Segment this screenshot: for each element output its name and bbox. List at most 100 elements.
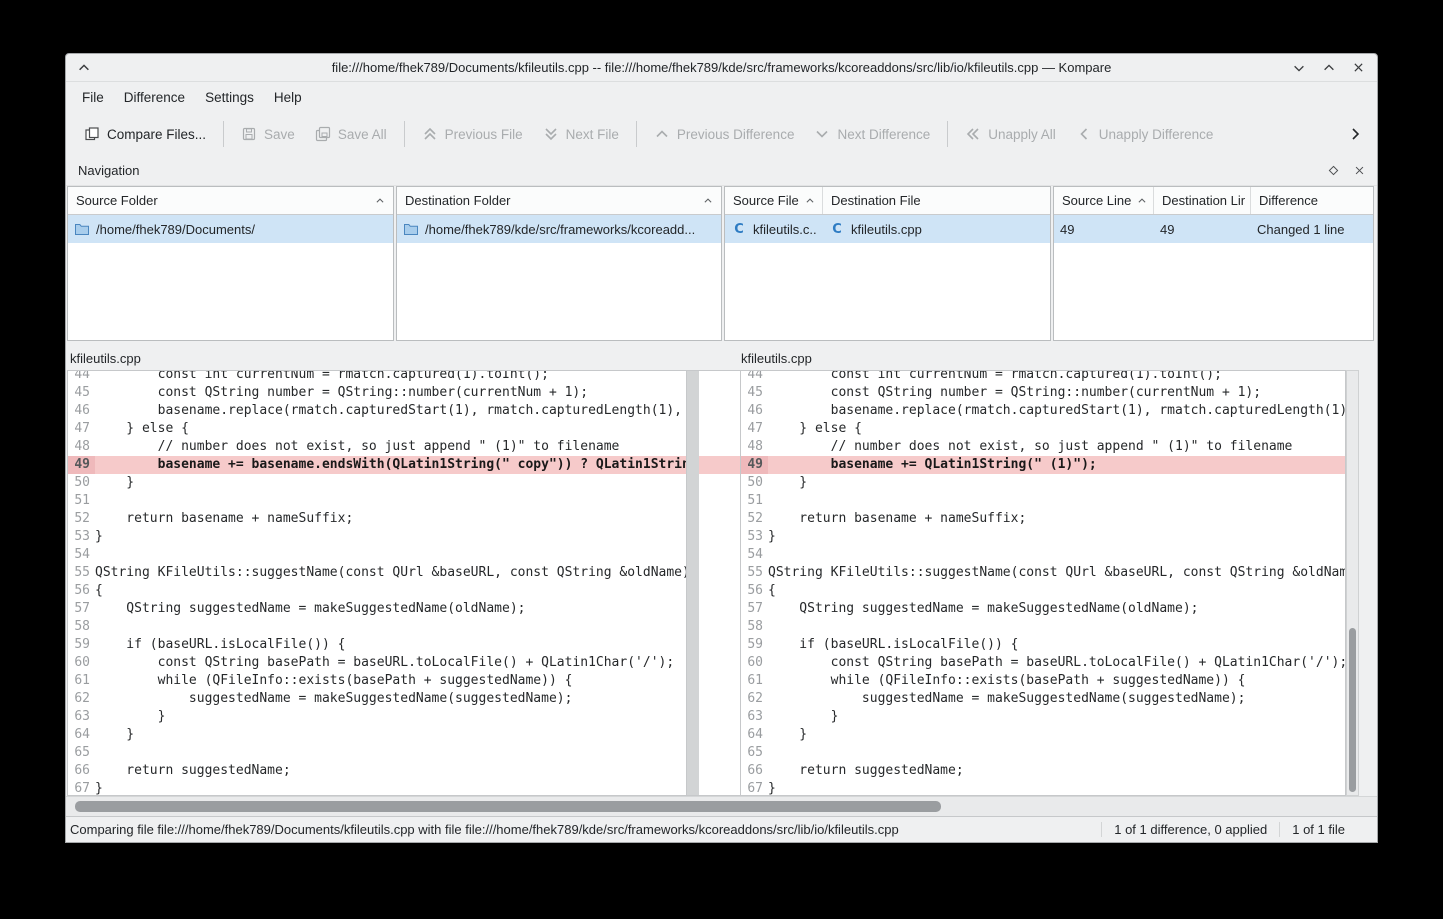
code-text: { bbox=[768, 582, 1345, 600]
code-line: 51 bbox=[68, 492, 686, 510]
navigation-dock-title: Navigation bbox=[78, 163, 139, 178]
vertical-scrollbar-thumb[interactable] bbox=[1349, 628, 1356, 792]
pane-splitter[interactable] bbox=[687, 370, 699, 796]
code-line: 48 // number does not exist, so just app… bbox=[741, 438, 1345, 456]
toolbar-separator bbox=[636, 121, 637, 147]
left-pane-title: kfileutils.cpp bbox=[70, 351, 141, 366]
diff-connector-band bbox=[699, 456, 740, 474]
code-line: 61 while (QFileInfo::exists(basePath + s… bbox=[68, 672, 686, 690]
difference-count-status: 1 of 1 difference, 0 applied bbox=[1101, 822, 1279, 837]
source-line-column-header[interactable]: Source Line bbox=[1054, 187, 1154, 214]
difference-row[interactable]: 49 49 Changed 1 line bbox=[1054, 215, 1373, 243]
code-text: } bbox=[768, 726, 1345, 744]
destination-folder-panel: Destination Folder /home/fhek789/kde/src… bbox=[396, 186, 722, 341]
code-line: 48 // number does not exist, so just app… bbox=[68, 438, 686, 456]
code-text bbox=[95, 744, 686, 762]
previous-difference-button[interactable]: Previous Difference bbox=[644, 119, 805, 149]
line-number: 44 bbox=[68, 370, 95, 384]
save-all-button[interactable]: Save All bbox=[305, 119, 397, 149]
line-number: 49 bbox=[741, 456, 768, 474]
chevron-up-icon bbox=[654, 126, 670, 142]
destination-line-column-header[interactable]: Destination Lir bbox=[1154, 187, 1251, 214]
line-number: 62 bbox=[741, 690, 768, 708]
line-number: 54 bbox=[68, 546, 95, 564]
dock-float-button[interactable] bbox=[1328, 165, 1339, 176]
code-text: QString KFileUtils::suggestName(const QU… bbox=[768, 564, 1345, 582]
code-text: basename += QLatin1String(" (1)"); bbox=[768, 456, 1345, 474]
floppy-disk-icon bbox=[241, 126, 257, 142]
menu-file[interactable]: File bbox=[72, 85, 114, 110]
unapply-all-button[interactable]: Unapply All bbox=[955, 119, 1066, 149]
cpp-file-icon: C bbox=[731, 222, 747, 237]
unapply-difference-button[interactable]: Unapply Difference bbox=[1066, 119, 1224, 149]
line-number: 52 bbox=[68, 510, 95, 528]
close-button[interactable] bbox=[1350, 59, 1367, 76]
diff-pane-left[interactable]: 44 const int currentNum = rmatch.capture… bbox=[67, 370, 687, 796]
code-line: 50 } bbox=[741, 474, 1345, 492]
vertical-scrollbar[interactable] bbox=[1346, 370, 1359, 796]
double-chevron-left-icon bbox=[965, 126, 981, 142]
line-number: 51 bbox=[68, 492, 95, 510]
file-pair-row[interactable]: C kfileutils.c... C kfileutils.cpp bbox=[725, 215, 1050, 243]
menu-difference[interactable]: Difference bbox=[114, 85, 195, 110]
minimize-button[interactable] bbox=[1290, 59, 1307, 76]
line-number: 55 bbox=[68, 564, 95, 582]
code-text: } else { bbox=[768, 420, 1345, 438]
horizontal-scrollbar[interactable] bbox=[66, 796, 1377, 816]
destination-folder-row[interactable]: /home/fhek789/kde/src/frameworks/kcoread… bbox=[397, 215, 721, 243]
code-text: const QString number = QString::number(c… bbox=[95, 384, 686, 402]
line-number: 53 bbox=[68, 528, 95, 546]
code-text: basename.replace(rmatch.capturedStart(1)… bbox=[768, 402, 1345, 420]
code-text: } bbox=[95, 780, 686, 796]
code-line: 55QString KFileUtils::suggestName(const … bbox=[68, 564, 686, 582]
code-line: 58 bbox=[741, 618, 1345, 636]
maximize-button[interactable] bbox=[1320, 59, 1337, 76]
previous-file-button[interactable]: Previous File bbox=[412, 119, 533, 149]
line-number: 63 bbox=[68, 708, 95, 726]
code-text: const QString basePath = baseURL.toLocal… bbox=[768, 654, 1345, 672]
source-folder-path: /home/fhek789/Documents/ bbox=[96, 222, 255, 237]
line-number: 64 bbox=[741, 726, 768, 744]
destination-folder-path: /home/fhek789/kde/src/frameworks/kcoread… bbox=[425, 222, 695, 237]
horizontal-scrollbar-thumb[interactable] bbox=[75, 801, 941, 812]
diff-pane-right[interactable]: 44 const int currentNum = rmatch.capture… bbox=[740, 370, 1346, 796]
menu-help[interactable]: Help bbox=[264, 85, 312, 110]
code-text: const int currentNum = rmatch.captured(1… bbox=[768, 370, 1345, 384]
diff-changed-line[interactable]: 49 basename += basename.endsWith(QLatin1… bbox=[68, 456, 686, 474]
code-line: 66 return suggestedName; bbox=[68, 762, 686, 780]
code-line: 46 basename.replace(rmatch.capturedStart… bbox=[741, 402, 1345, 420]
save-all-label: Save All bbox=[338, 127, 387, 142]
destination-file-column-header[interactable]: Destination File bbox=[823, 187, 1050, 214]
line-number: 47 bbox=[741, 420, 768, 438]
line-number: 56 bbox=[68, 582, 95, 600]
next-file-button[interactable]: Next File bbox=[533, 119, 629, 149]
code-line: 47 } else { bbox=[68, 420, 686, 438]
code-text: QString KFileUtils::suggestName(const QU… bbox=[95, 564, 686, 582]
dock-close-button[interactable] bbox=[1354, 165, 1365, 176]
destination-file-name: kfileutils.cpp bbox=[851, 222, 922, 237]
diff-changed-line[interactable]: 49 basename += QLatin1String(" (1)"); bbox=[741, 456, 1345, 474]
compare-files-label: Compare Files... bbox=[107, 127, 206, 142]
navigation-dock-titlebar: Navigation bbox=[66, 156, 1377, 186]
source-folder-column-header[interactable]: Source Folder bbox=[68, 187, 393, 214]
next-difference-button[interactable]: Next Difference bbox=[804, 119, 940, 149]
keep-above-icon[interactable] bbox=[76, 60, 92, 76]
compare-files-button[interactable]: Compare Files... bbox=[74, 119, 216, 149]
line-number: 58 bbox=[68, 618, 95, 636]
line-number: 67 bbox=[741, 780, 768, 796]
destination-folder-column-header[interactable]: Destination Folder bbox=[397, 187, 721, 214]
cpp-file-icon: C bbox=[829, 222, 845, 237]
save-button[interactable]: Save bbox=[231, 119, 305, 149]
code-text: } bbox=[95, 708, 686, 726]
toolbar-overflow-button[interactable] bbox=[1341, 120, 1369, 148]
code-text: // number does not exist, so just append… bbox=[95, 438, 686, 456]
difference-description: Changed 1 line bbox=[1257, 222, 1344, 237]
source-folder-row[interactable]: /home/fhek789/Documents/ bbox=[68, 215, 393, 243]
line-number: 53 bbox=[741, 528, 768, 546]
menu-settings[interactable]: Settings bbox=[195, 85, 264, 110]
navigation-panels: Source Folder /home/fhek789/Documents/ bbox=[66, 186, 1377, 343]
code-line: 62 suggestedName = makeSuggestedName(sug… bbox=[68, 690, 686, 708]
line-number: 56 bbox=[741, 582, 768, 600]
source-file-column-header[interactable]: Source File bbox=[725, 187, 823, 214]
difference-column-header[interactable]: Difference bbox=[1251, 187, 1373, 214]
